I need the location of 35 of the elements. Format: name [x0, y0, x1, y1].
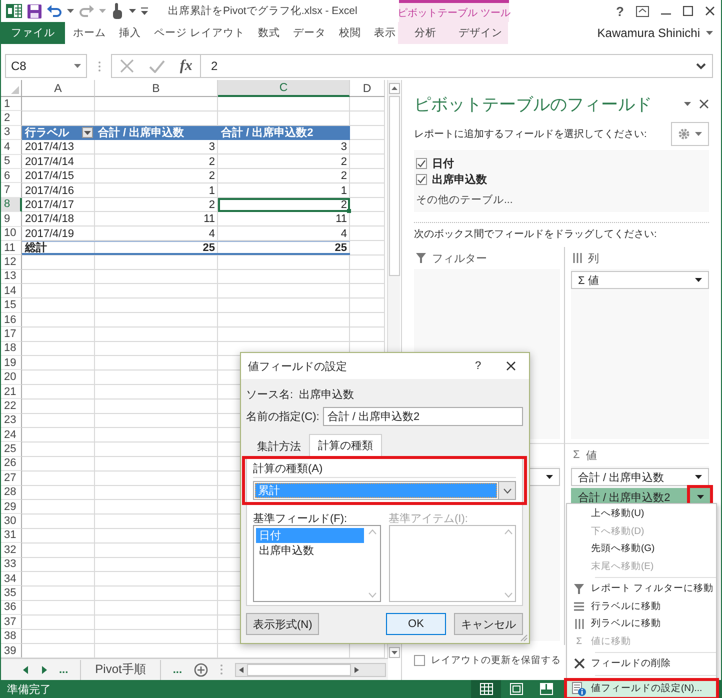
area-label: 値 [586, 448, 597, 462]
pane-title: ピボットテーブルのフィールド [414, 94, 652, 116]
menu-label: 値に移動 [591, 634, 631, 648]
header-label: 行ラベル [25, 126, 69, 140]
field-label: 日付 [432, 156, 454, 170]
menu-label: 末尾へ移動(E) [591, 560, 654, 573]
menu-label: 上へ移動(U) [591, 507, 644, 520]
menu-label: 先頭へ移動(G) [591, 542, 655, 556]
list-label: 基準アイテム(I): [388, 512, 469, 525]
list-label: 基準フィールド(F): [253, 512, 348, 525]
field-chip-label: Σ 値 [578, 274, 599, 288]
field-label: 計算の種類(A) [253, 462, 324, 475]
field-label: 出席申込数 [432, 172, 487, 186]
menu-label: 列ラベルに移動 [591, 617, 661, 630]
field-chip-label: 合計 / 出席申込数 [578, 470, 664, 484]
menu-label: 下へ移動(D) [591, 524, 644, 538]
field-chip-label: 合計 / 出席申込数2 [578, 490, 670, 504]
menu-label: 行ラベルに移動 [591, 600, 661, 613]
area-label: 列 [588, 252, 599, 266]
menu-label: 値フィールドの設定(N)... [591, 682, 702, 695]
area-label: フィルター [432, 252, 487, 266]
context-tab-group-label: ピボットテーブル ツール [399, 0, 509, 22]
checkbox-label: レイアウトの更新を保留する [431, 654, 561, 666]
window-title: 出席累計をPivotでグラフ化.xlsx - Excel [167, 4, 358, 18]
areas-instruction: 次のボックス間でフィールドをドラッグしてください: [414, 228, 658, 242]
source-value: 出席申込数 [299, 388, 354, 402]
dialog-title: 値フィールドの設定 [248, 360, 347, 374]
field-label: 名前の指定(C): [246, 410, 320, 424]
pane-instruction: レポートに追加するフィールドを選択してください: [414, 128, 647, 141]
sigma-icon: Σ [576, 636, 582, 647]
menu-label: フィールドの削除 [591, 657, 671, 670]
source-label: ソース名: [246, 388, 294, 402]
sigma-icon: Σ [573, 449, 580, 461]
status-text: 準備完了 [7, 682, 51, 696]
menu-label: レポート フィルターに移動 [591, 582, 714, 596]
